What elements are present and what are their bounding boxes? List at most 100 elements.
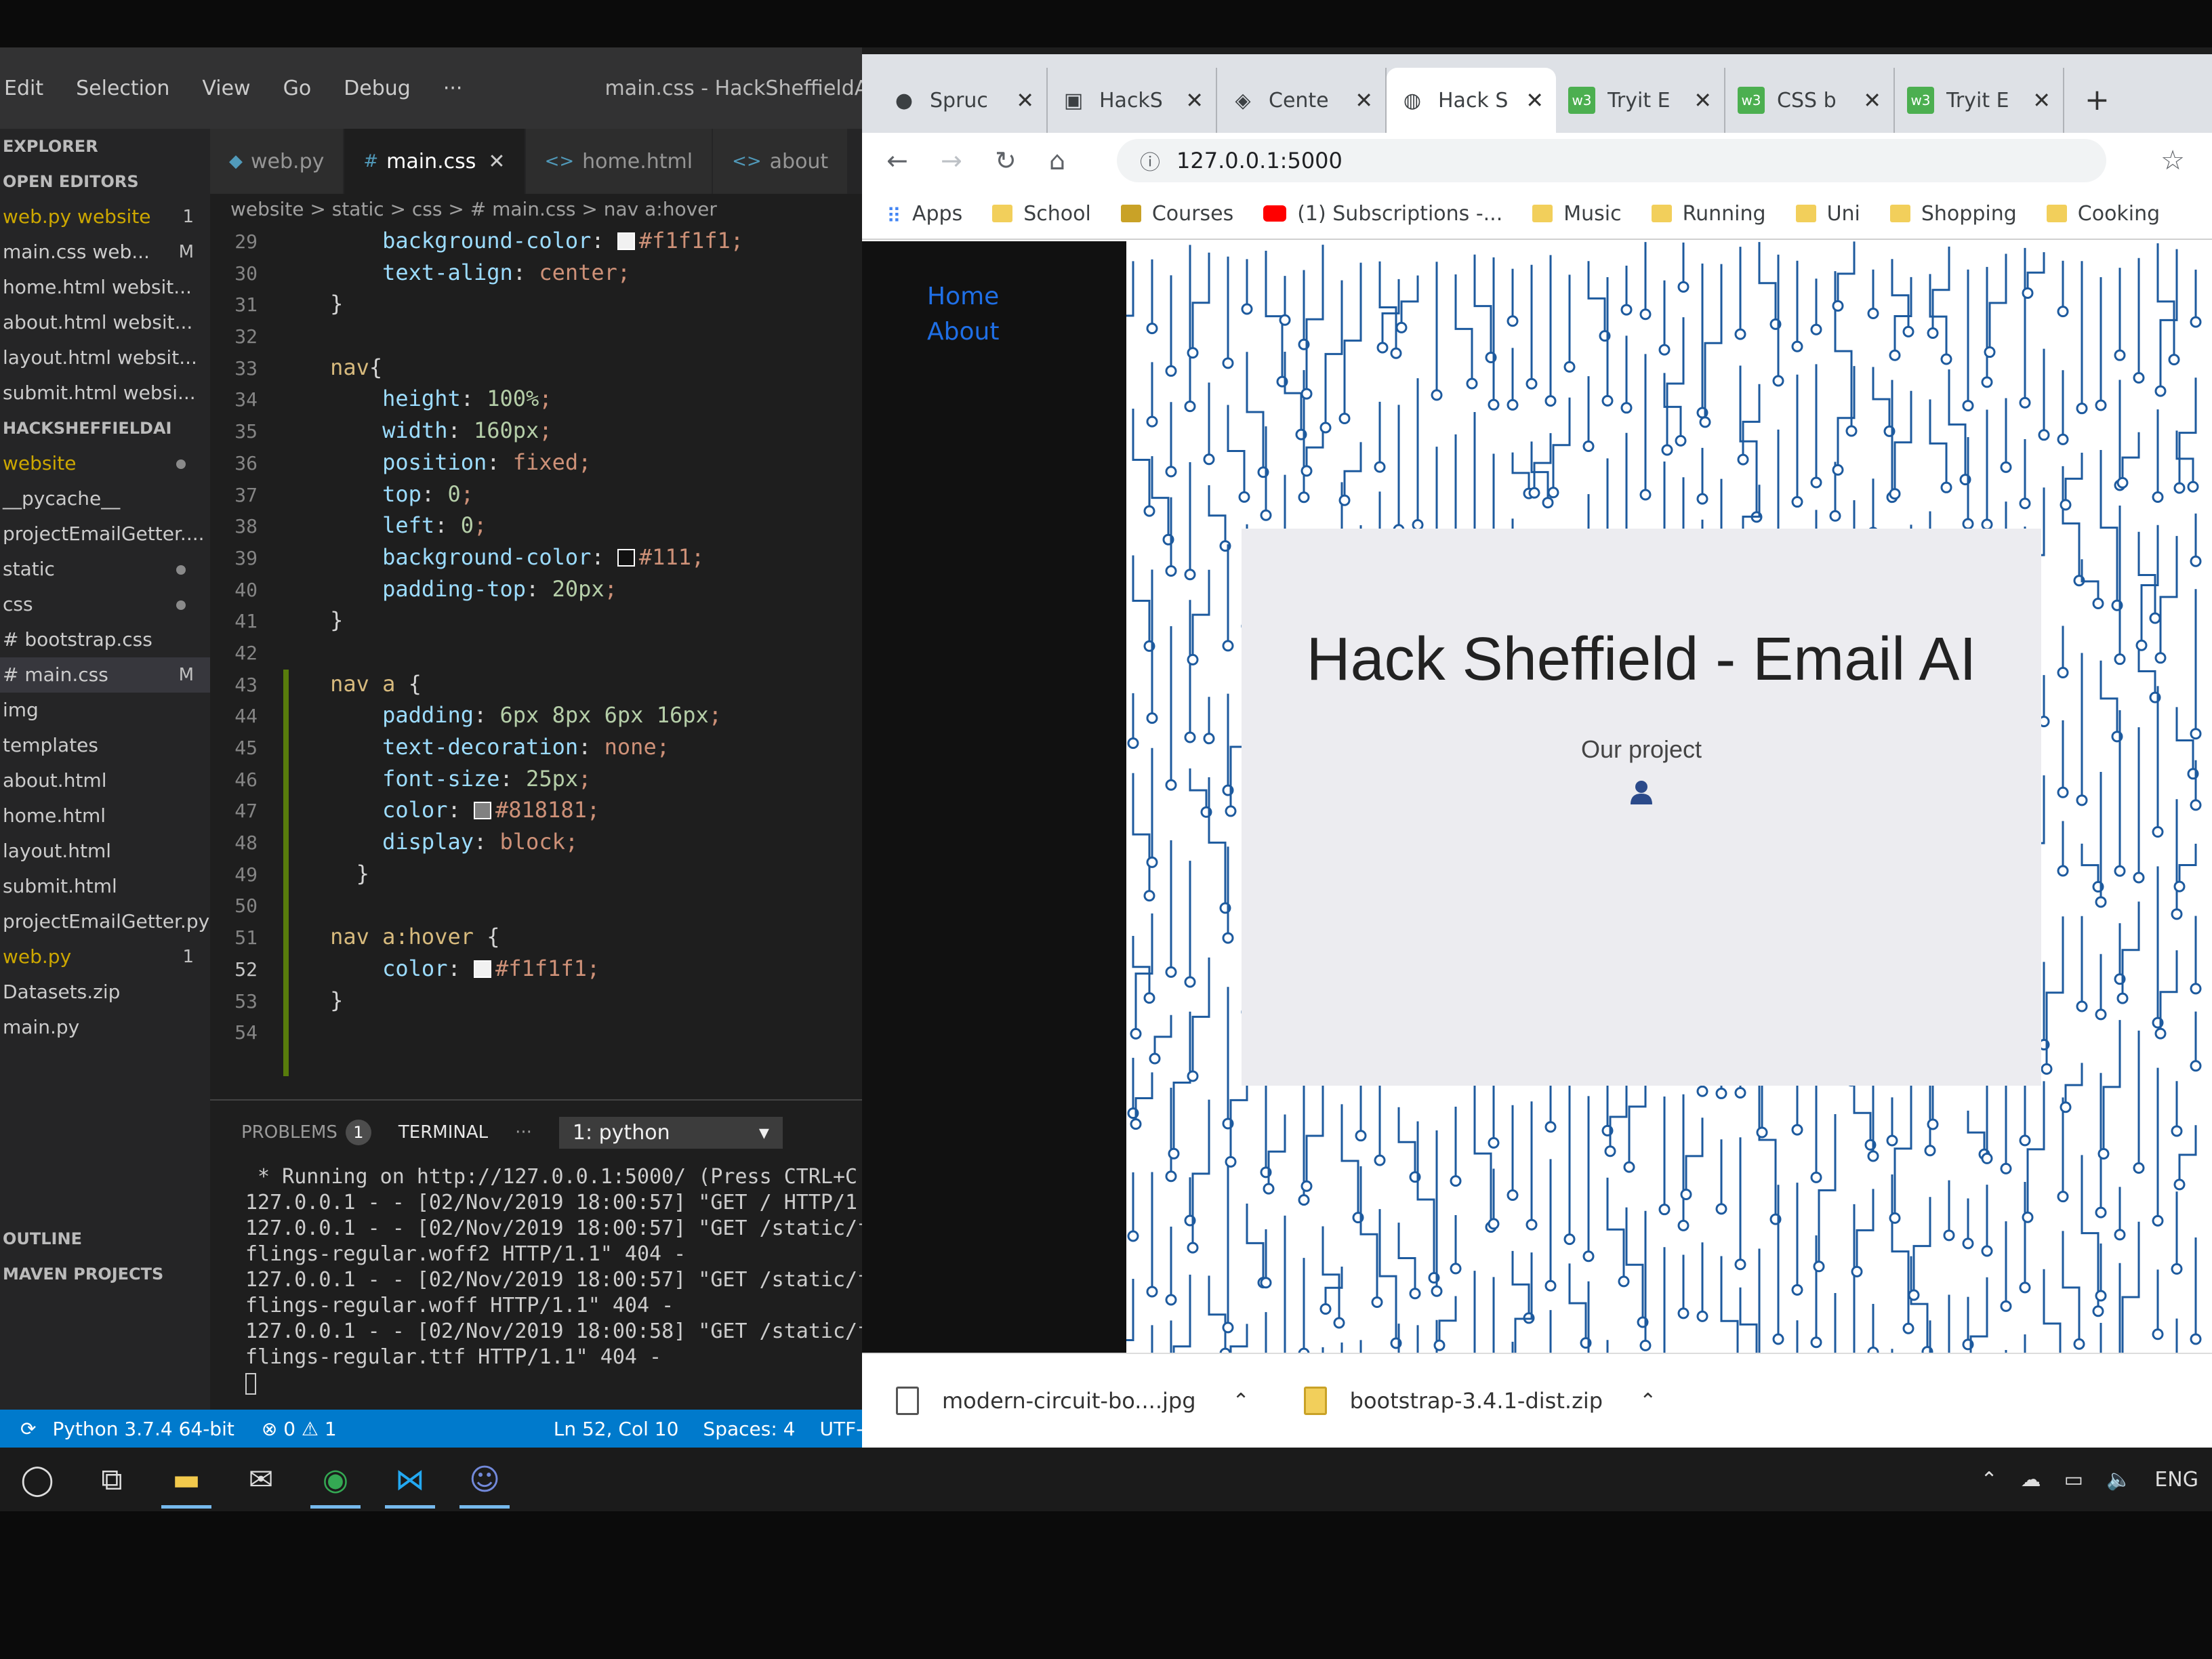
sidebar-item[interactable]: css — [0, 587, 210, 622]
back-icon[interactable]: ← — [886, 146, 941, 176]
bookmark-uni[interactable]: Uni — [1795, 202, 1860, 226]
sidebar-item[interactable]: website — [0, 446, 210, 481]
tab-problems[interactable]: PROBLEMS 1 — [241, 1120, 371, 1145]
code-line[interactable]: 38 left: 0; — [210, 510, 862, 541]
browser-tab[interactable]: w3 CSS b ✕ — [1725, 68, 1895, 133]
discord-icon[interactable]: ☺ — [447, 1448, 522, 1511]
home-icon[interactable]: ⌂ — [1049, 146, 1103, 176]
code-line[interactable]: 33 nav{ — [210, 352, 862, 384]
browser-tab[interactable]: ● Spruc ✕ — [878, 68, 1048, 133]
code-line[interactable]: 50 — [210, 889, 862, 921]
code-line[interactable]: 34 height: 100%; — [210, 383, 862, 415]
code-line[interactable]: 41 } — [210, 605, 862, 636]
code-line[interactable]: 30 text-align: center; — [210, 257, 862, 289]
code-line[interactable]: 32 — [210, 320, 862, 352]
bookmark-star-icon[interactable]: ☆ — [2160, 145, 2185, 176]
close-icon[interactable]: ✕ — [1016, 87, 1034, 113]
chevron-up-icon[interactable]: ⌃ — [1980, 1468, 1997, 1492]
sidebar-item[interactable]: web.py 1 — [0, 939, 210, 975]
chevron-up-icon[interactable]: ⌃ — [1639, 1389, 1656, 1413]
browser-tab[interactable]: ▣ HackS ✕ — [1048, 68, 1217, 133]
code-line[interactable]: 44 padding: 6px 8px 6px 16px; — [210, 699, 862, 731]
code-line[interactable]: 31 } — [210, 288, 862, 320]
address-bar[interactable]: ⓘ 127.0.0.1:5000 — [1117, 139, 2106, 182]
code-line[interactable]: 46 font-size: 25px; — [210, 763, 862, 795]
sidebar-item[interactable]: projectEmailGetter.... — [0, 516, 210, 552]
terminal-select[interactable]: 1: python ▾ — [558, 1116, 783, 1149]
bookmark-apps[interactable]: ⠿ Apps — [886, 202, 962, 229]
editor-tab[interactable]: # main.css ✕ — [344, 129, 525, 194]
color-swatch[interactable] — [473, 960, 491, 978]
editor-tab[interactable]: <> home.html — [525, 129, 712, 194]
close-icon[interactable]: ✕ — [1525, 87, 1544, 113]
sidebar-item[interactable]: main.py — [0, 1010, 210, 1045]
download-item[interactable]: modern-circuit-bo....jpg ⌃ — [896, 1387, 1250, 1415]
code-line[interactable]: 39 background-color: #111; — [210, 541, 862, 573]
color-swatch[interactable] — [617, 232, 635, 250]
problems-status[interactable]: ⊗ 0 ⚠ 1 — [262, 1418, 337, 1440]
bookmark-school[interactable]: School — [992, 202, 1091, 226]
browser-tab[interactable]: ◍ Hack S ✕ — [1387, 68, 1556, 133]
menu-go[interactable]: Go — [283, 77, 312, 100]
onedrive-icon[interactable]: ☁ — [2021, 1468, 2041, 1492]
bookmark-music[interactable]: Music — [1532, 202, 1622, 226]
indentation-status[interactable]: Spaces: 4 — [703, 1418, 795, 1440]
new-tab-icon[interactable]: + — [2085, 68, 2110, 133]
tab-terminal[interactable]: TERMINAL — [398, 1122, 488, 1143]
color-swatch[interactable] — [617, 548, 635, 567]
code-line[interactable]: 42 — [210, 636, 862, 668]
sync-icon[interactable]: ⟳ — [20, 1418, 36, 1440]
sidebar-item[interactable]: static — [0, 552, 210, 587]
code-line[interactable]: 48 display: block; — [210, 826, 862, 858]
sidebar-item[interactable]: Datasets.zip — [0, 975, 210, 1010]
sidebar-section-header[interactable]: MAVEN PROJECTS — [0, 1256, 210, 1292]
site-info-icon[interactable]: ⓘ — [1140, 146, 1160, 176]
browser-tab[interactable]: w3 Tryit E ✕ — [1556, 68, 1725, 133]
code-line[interactable]: 52 color: #f1f1f1; — [210, 953, 862, 985]
sidebar-item[interactable]: # bootstrap.css — [0, 622, 210, 657]
editor-tab[interactable]: <> about — [713, 129, 848, 194]
sidebar-item[interactable]: img — [0, 693, 210, 728]
bookmark-cooking[interactable]: Cooking — [2046, 202, 2160, 226]
breadcrumb[interactable]: website > static > css > # main.css > na… — [230, 198, 717, 220]
color-swatch[interactable] — [473, 802, 491, 820]
task-view-icon[interactable]: ⧉ — [75, 1448, 149, 1511]
sidebar-item[interactable]: submit.html — [0, 869, 210, 904]
sidebar-section-header[interactable]: OUTLINE — [0, 1221, 210, 1256]
code-line[interactable]: 54 — [210, 1016, 862, 1048]
sidebar-item[interactable]: __pycache__ — [0, 481, 210, 516]
editor-tab[interactable]: ◆ web.py — [210, 129, 344, 194]
code-line[interactable]: 35 width: 160px; — [210, 415, 862, 447]
mail-icon[interactable]: ✉ — [224, 1448, 298, 1511]
close-icon[interactable]: ✕ — [1355, 87, 1373, 113]
sidebar-item[interactable]: # main.css M — [0, 657, 210, 693]
network-icon[interactable]: ▭ — [2064, 1468, 2083, 1492]
menu-edit[interactable]: Edit — [4, 77, 43, 100]
file-explorer-icon[interactable]: ▬ — [149, 1448, 224, 1511]
nav-link-about[interactable]: About — [862, 314, 1126, 350]
close-icon[interactable]: ✕ — [1185, 87, 1204, 113]
code-editor[interactable]: 29 background-color: #f1f1f1; 30 text-ali… — [210, 225, 862, 1099]
panel-more-button[interactable]: ··· — [515, 1122, 532, 1143]
menu-view[interactable]: View — [202, 77, 250, 100]
code-line[interactable]: 29 background-color: #f1f1f1; — [210, 225, 862, 257]
chrome-icon[interactable]: ◉ — [298, 1448, 373, 1511]
code-line[interactable]: 45 text-decoration: none; — [210, 731, 862, 763]
sidebar-item[interactable]: home.html websit... — [0, 270, 210, 305]
menu-debug[interactable]: Debug — [344, 77, 411, 100]
code-line[interactable]: 36 position: fixed; — [210, 447, 862, 478]
bookmark--1-subscriptions[interactable]: (1) Subscriptions -... — [1263, 202, 1502, 226]
code-line[interactable]: 49 } — [210, 858, 862, 890]
download-item[interactable]: bootstrap-3.4.1-dist.zip ⌃ — [1303, 1387, 1656, 1415]
sidebar-item[interactable]: layout.html websit... — [0, 340, 210, 375]
code-line[interactable]: 47 color: #818181; — [210, 794, 862, 826]
code-line[interactable]: 53 } — [210, 985, 862, 1017]
python-interpreter[interactable]: Python 3.7.4 64-bit — [52, 1418, 234, 1440]
sidebar-item[interactable]: projectEmailGetter.py — [0, 904, 210, 939]
sidebar-item[interactable]: web.py website 1 — [0, 199, 210, 234]
menu-selection[interactable]: Selection — [76, 77, 169, 100]
volume-icon[interactable]: 🔈 — [2106, 1468, 2131, 1492]
browser-tab[interactable]: ◈ Cente ✕ — [1217, 68, 1387, 133]
cursor-position[interactable]: Ln 52, Col 10 — [554, 1418, 679, 1440]
sidebar-item[interactable]: layout.html — [0, 834, 210, 869]
